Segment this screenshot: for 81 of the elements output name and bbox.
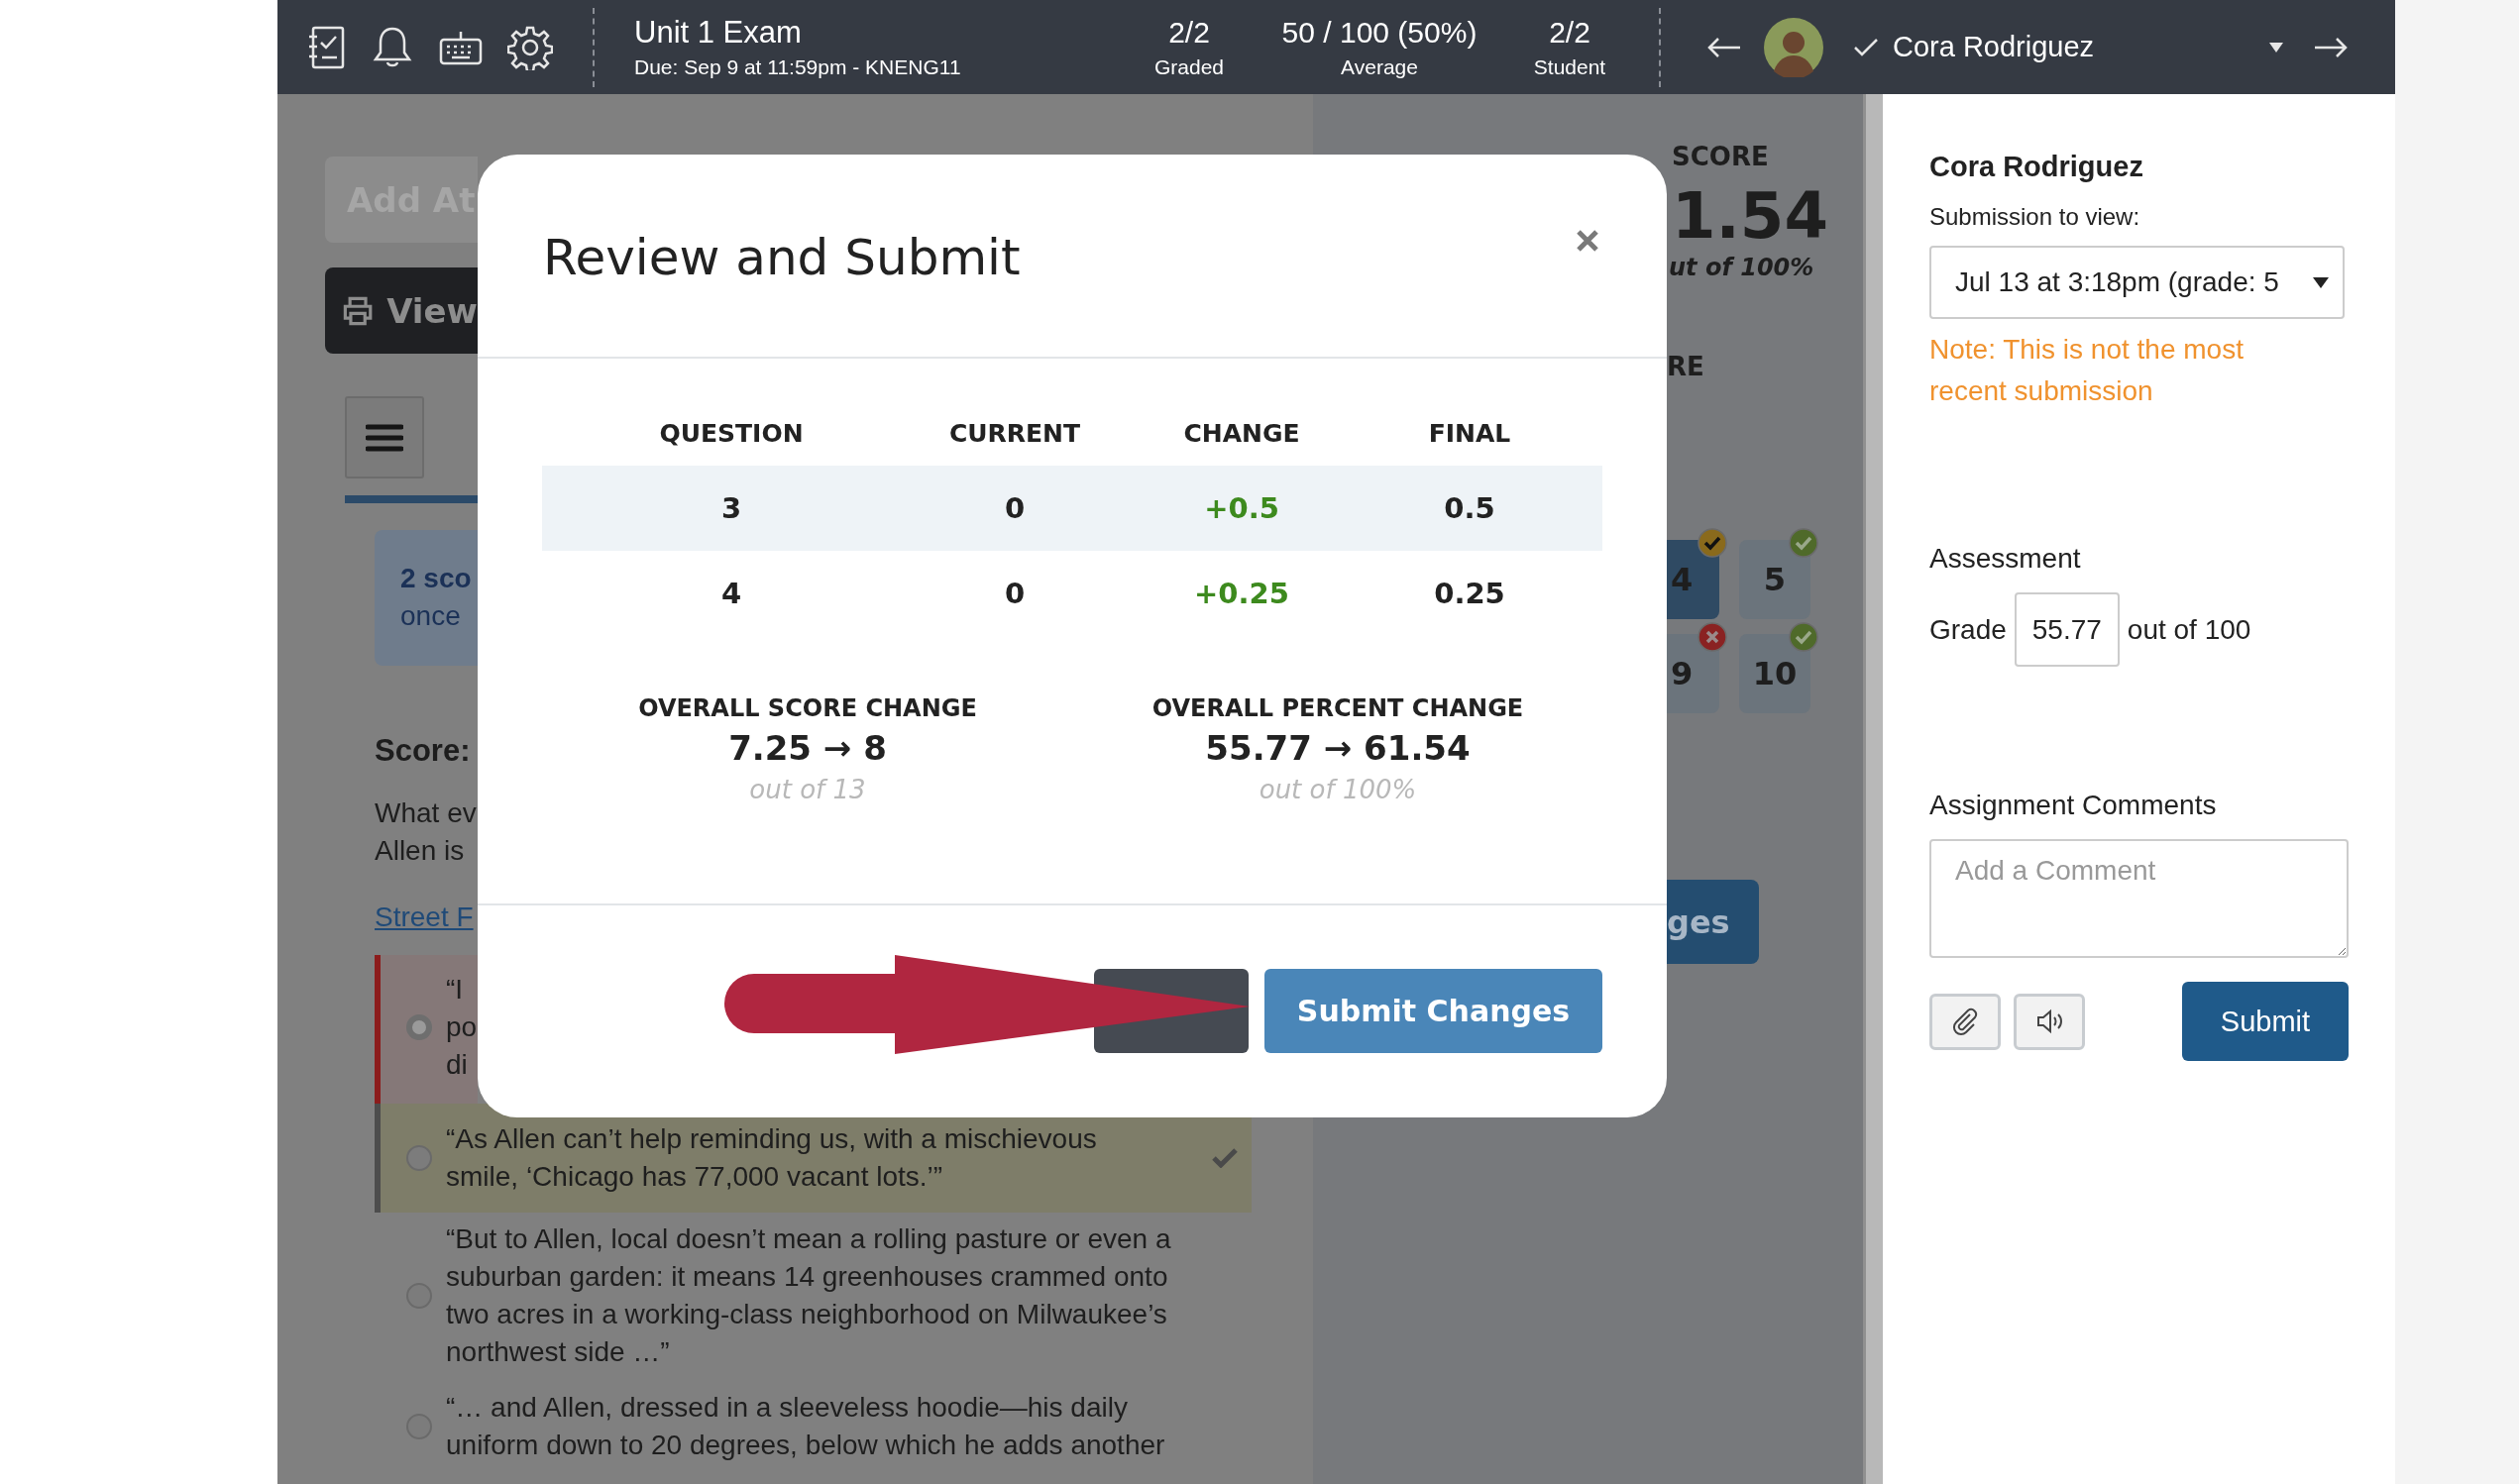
answer-option[interactable]: “… and Allen, dressed in a sleeveless hoodie—his daily uniform down to 20 degrees, below which he adds another bbox=[375, 1379, 1252, 1479]
score-value: 1.54 bbox=[1672, 179, 1828, 253]
summary-note: out of 100% bbox=[1259, 774, 1417, 806]
check-badge-icon bbox=[1789, 528, 1818, 558]
column-header: CHANGE bbox=[1182, 419, 1301, 448]
save-button[interactable]: ges bbox=[1667, 880, 1759, 964]
answer-option-incorrect[interactable]: “I po di bbox=[375, 955, 478, 1104]
stat-label: Graded bbox=[1153, 53, 1224, 80]
cross-badge-icon bbox=[1698, 622, 1727, 652]
grade-suffix: out of 100 bbox=[2127, 613, 2251, 646]
stat-value: 2/2 bbox=[1168, 14, 1210, 51]
caret-icon[interactable] bbox=[2269, 42, 2283, 53]
menu-button[interactable] bbox=[345, 396, 424, 478]
summary-value: 55.77 → 61.54 bbox=[1205, 727, 1471, 770]
question-tile[interactable]: 10 bbox=[1739, 634, 1810, 713]
column-header: CURRENT bbox=[947, 419, 1082, 448]
table-cell-text: 0.25 bbox=[1433, 577, 1506, 610]
caret-icon bbox=[2313, 276, 2329, 288]
student-selector[interactable]: Cora Rodriguez bbox=[1893, 31, 2269, 63]
answer-option[interactable]: “But to Allen, local doesn’t mean a rolling pasture or even a suburban garden: it means 14 greenhouses crammed onto two acres in a working-class neighborhood on Milwaukee’s northwest side …” bbox=[375, 1213, 1252, 1379]
warning-note: Note: This is not the most recent submission bbox=[1929, 333, 2244, 408]
answer-text: “… and Allen, dressed in a sleeveless hoodie—his daily uniform down to 20 degrees, below which he adds another bbox=[446, 1391, 1165, 1462]
question-text: What ev Allen is bbox=[375, 796, 477, 868]
field-label: Submission to view: bbox=[1929, 202, 2140, 232]
score-note: ut of 100% bbox=[1669, 253, 1814, 282]
stat-label: Average bbox=[1341, 53, 1418, 80]
question-tile[interactable]: 5 bbox=[1739, 540, 1810, 619]
summary-label: OVERALL PERCENT CHANGE bbox=[1151, 693, 1524, 723]
arrow-left-icon[interactable] bbox=[1706, 36, 1742, 58]
avatar bbox=[1764, 17, 1823, 77]
score-label: Score: bbox=[375, 733, 471, 769]
score-heading: SCORE bbox=[1672, 142, 1769, 171]
check-badge-icon bbox=[1789, 622, 1818, 652]
column-header: FINAL bbox=[1427, 419, 1512, 448]
due-date: Due: Sep 9 at 11:59pm - KNENG11 bbox=[634, 53, 961, 80]
arrow-right-icon[interactable] bbox=[2313, 36, 2349, 58]
menu-icon bbox=[366, 423, 403, 452]
summary-value: 7.25 → 8 bbox=[728, 727, 887, 770]
stat-value: 2/2 bbox=[1549, 14, 1590, 51]
paperclip-icon bbox=[1950, 1007, 1980, 1036]
answer-text: “But to Allen, local doesn’t mean a rolling pasture or even a suburban garden: it means 14 greenhouses crammed onto two acres in a working-class neighborhood on Milwaukee’s northwest side …” bbox=[446, 1222, 1171, 1369]
dialog-title: Review and Submit bbox=[543, 229, 1021, 286]
check-badge-icon bbox=[1698, 528, 1727, 558]
summary-note: out of 13 bbox=[749, 774, 866, 806]
table-cell-text: 0 bbox=[1003, 577, 1027, 610]
table-cell-text: 0 bbox=[1003, 491, 1027, 525]
section-heading: RE bbox=[1667, 352, 1704, 381]
submission-select[interactable]: Jul 13 at 3:18pm (grade: 5 bbox=[1929, 246, 2345, 319]
view-button[interactable]: View bbox=[325, 267, 478, 354]
table-cell-text: 4 bbox=[719, 577, 743, 610]
audio-button[interactable] bbox=[2014, 993, 2085, 1050]
settings-icon[interactable] bbox=[507, 24, 553, 70]
info-text: 2 sco bbox=[400, 562, 472, 595]
summary-label: OVERALL SCORE CHANGE bbox=[638, 693, 977, 723]
check-icon bbox=[1212, 1148, 1238, 1168]
comment-field[interactable]: Add a Comment bbox=[1929, 839, 2349, 958]
table-cell-text: +0.5 bbox=[1203, 491, 1280, 525]
question-tile[interactable]: 9 bbox=[1667, 634, 1719, 713]
table-cell-text: +0.25 bbox=[1193, 577, 1290, 610]
stat-label: Student bbox=[1533, 53, 1606, 80]
section-heading: Assessment bbox=[1929, 542, 2081, 576]
section-heading: Assignment Comments bbox=[1929, 789, 2217, 822]
stat-value: 50 / 100 (50%) bbox=[1281, 14, 1478, 51]
column-header: QUESTION bbox=[658, 419, 805, 448]
grade-label: Grade bbox=[1929, 613, 2007, 646]
table-cell-text: 0.5 bbox=[1443, 491, 1496, 525]
table-cell-text: 3 bbox=[719, 491, 743, 525]
student-name: Cora Rodriguez bbox=[1929, 150, 2143, 184]
story-link[interactable]: Street F bbox=[375, 900, 474, 935]
submit-changes-button[interactable]: Submit Changes bbox=[1264, 969, 1602, 1053]
info-text: once bbox=[400, 599, 461, 633]
answer-text: “I po di bbox=[446, 973, 478, 1082]
notebook-icon[interactable] bbox=[307, 24, 347, 70]
exam-title: Unit 1 Exam bbox=[634, 13, 802, 52]
answer-text: “As Allen can’t help reminding us, with a mischievous smile, ‘Chicago has 77,000 vacant lots.’” bbox=[446, 1122, 1097, 1194]
grade-input[interactable]: 55.77 bbox=[2014, 592, 2120, 667]
submit-button[interactable]: Submit bbox=[2182, 982, 2349, 1061]
radio-button[interactable] bbox=[406, 1014, 432, 1040]
speaker-icon bbox=[2034, 1007, 2064, 1036]
attach-button[interactable] bbox=[1929, 993, 2001, 1050]
close-icon[interactable] bbox=[1576, 229, 1599, 253]
